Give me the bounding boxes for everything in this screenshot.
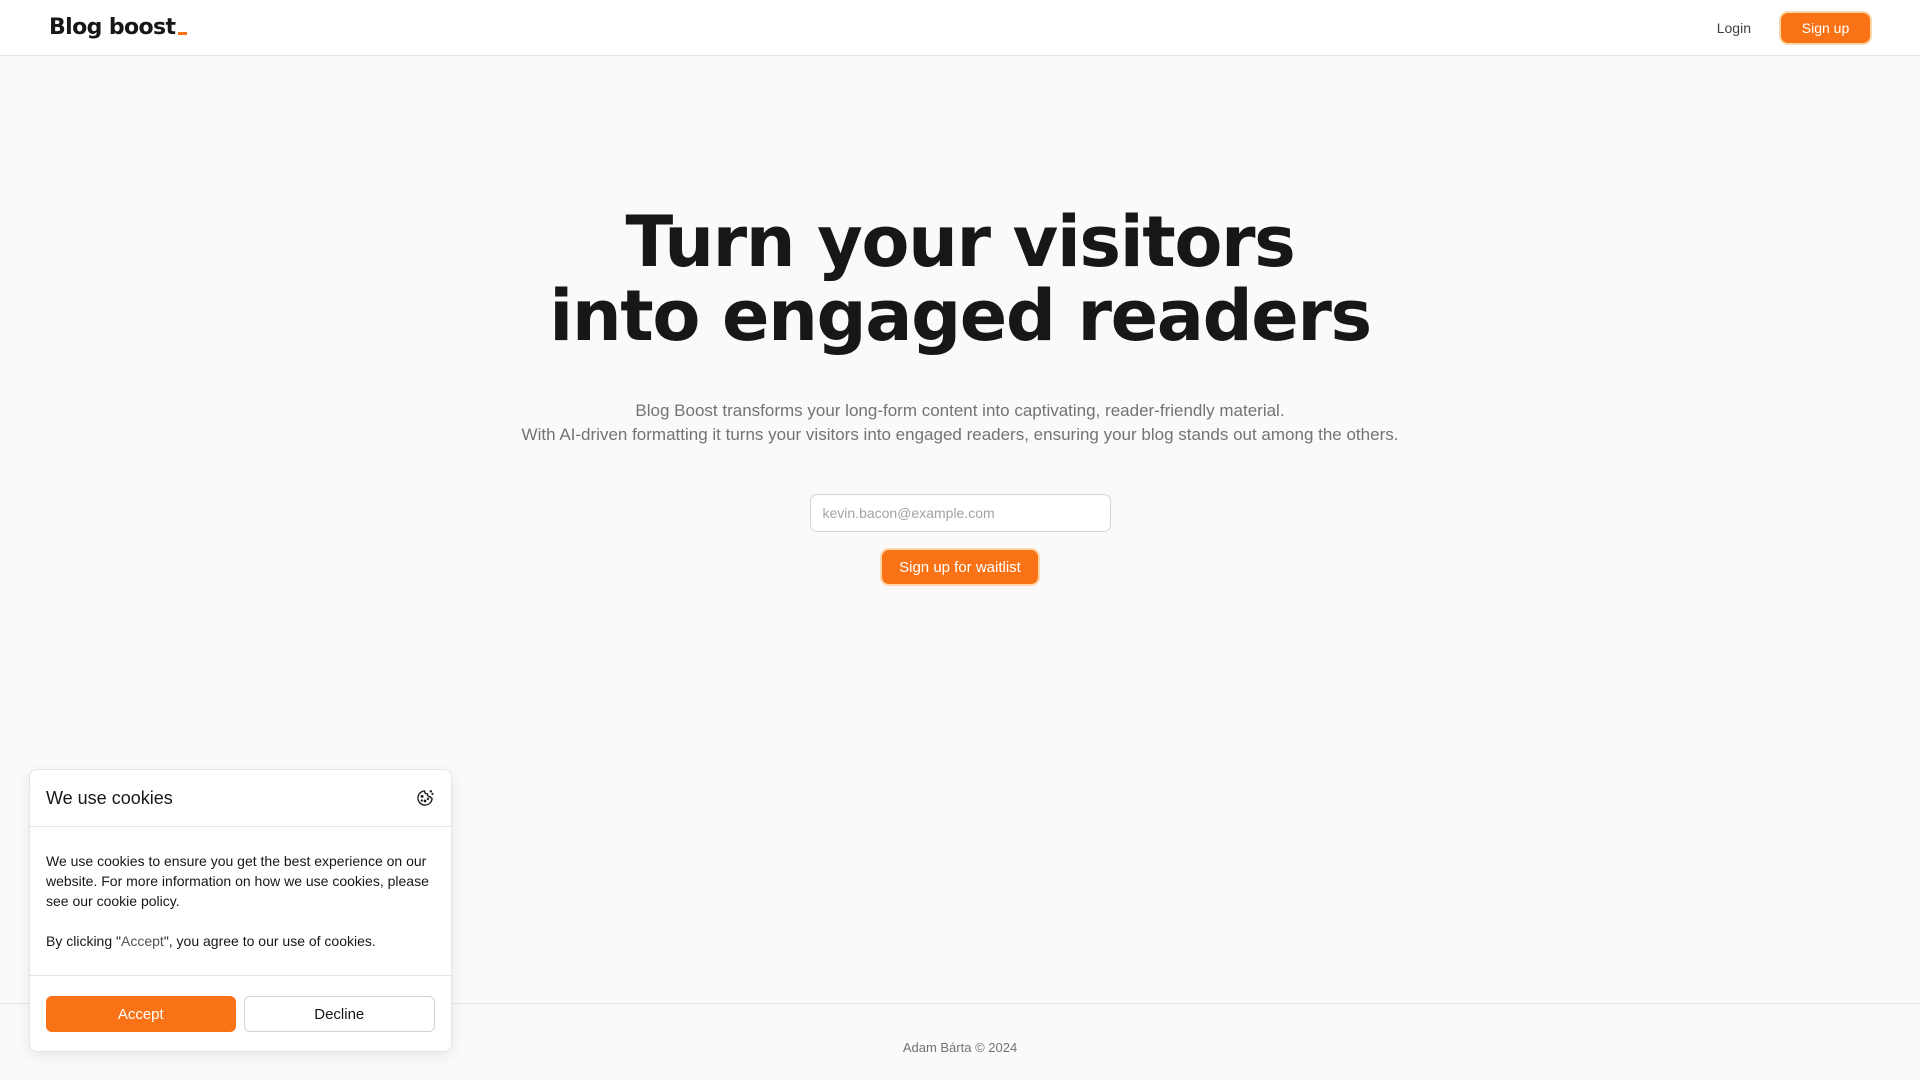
hero-title-line-2: into engaged readers xyxy=(549,275,1372,357)
cookie-banner-body: We use cookies to ensure you get the bes… xyxy=(30,827,451,976)
consent-text-suffix: ", you agree to our use of cookies. xyxy=(163,933,376,949)
decline-cookies-button[interactable]: Decline xyxy=(243,996,435,1032)
logo-cursor-mark xyxy=(178,32,188,35)
cookie-banner-title: We use cookies xyxy=(46,787,173,808)
logo[interactable]: Blog boost xyxy=(49,15,188,40)
login-link[interactable]: Login xyxy=(1705,12,1763,44)
site-header: Blog boost Login Sign up xyxy=(0,0,1920,56)
hero-section: Turn your visitors into engaged readers … xyxy=(0,205,1920,584)
hero-subtitle: Blog Boost transforms your long-form con… xyxy=(522,399,1399,447)
logo-text: Blog boost xyxy=(49,15,176,40)
cookie-icon xyxy=(417,790,434,806)
hero-subtitle-line-1: Blog Boost transforms your long-form con… xyxy=(635,401,1285,420)
signup-button[interactable]: Sign up xyxy=(1781,12,1870,43)
consent-text-prefix: By clicking " xyxy=(46,933,121,949)
hero-subtitle-line-2: With AI-driven formatting it turns your … xyxy=(521,425,1399,444)
waitlist-signup-button[interactable]: Sign up for waitlist xyxy=(882,550,1038,584)
accept-cookies-button[interactable]: Accept xyxy=(46,996,236,1032)
cookie-banner-consent-text: By clicking "Accept", you agree to our u… xyxy=(46,931,435,951)
hero-title-line-1: Turn your visitors xyxy=(625,201,1296,283)
email-input[interactable] xyxy=(809,494,1111,532)
cookie-banner-actions: Accept Decline xyxy=(30,976,451,1032)
cookie-banner-text: We use cookies to ensure you get the bes… xyxy=(46,853,429,909)
cookie-banner-header: We use cookies xyxy=(30,770,451,827)
hero-title: Turn your visitors into engaged readers xyxy=(549,201,1372,357)
cookie-banner: We use cookies We use cookies to ensure … xyxy=(29,769,452,1052)
page: Blog boost Login Sign up Turn your visit… xyxy=(0,0,1920,1080)
consent-text-accept: Accept xyxy=(121,933,164,949)
header-nav: Login Sign up xyxy=(1705,12,1870,44)
